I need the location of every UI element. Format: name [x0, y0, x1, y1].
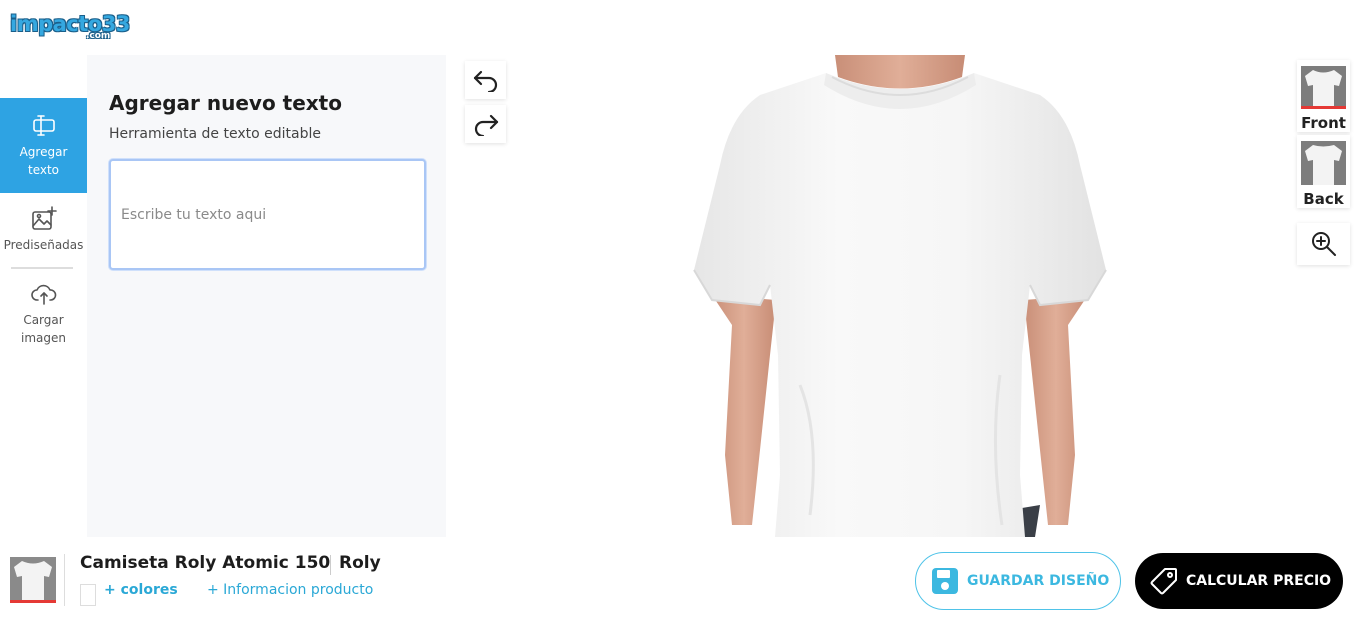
undo-button[interactable]: [465, 61, 506, 99]
nav-label-add-text-1: Agregar: [19, 144, 68, 159]
nav-label-predesigned: Prediseñadas: [3, 238, 84, 252]
view-front[interactable]: Front: [1297, 60, 1350, 132]
product-info-link[interactable]: + Informacion producto: [207, 582, 373, 598]
calculate-price-label: CALCULAR PRECIO: [1186, 573, 1332, 589]
logo-main-text: impacto33: [10, 12, 130, 36]
text-input[interactable]: [109, 159, 426, 270]
nav-item-upload-image[interactable]: Cargar imagen: [0, 269, 87, 359]
panel-title: Agregar nuevo texto: [109, 91, 342, 115]
back-label: Back: [1303, 190, 1344, 208]
view-back[interactable]: Back: [1297, 135, 1350, 208]
name-brand-divider: [330, 555, 331, 575]
front-label: Front: [1301, 114, 1346, 132]
zoom-button[interactable]: [1297, 223, 1350, 265]
nav-item-predesigned[interactable]: Prediseñadas: [0, 193, 87, 267]
color-swatch[interactable]: [80, 584, 96, 606]
redo-button[interactable]: [465, 105, 506, 143]
more-colors-link[interactable]: + colores: [104, 582, 178, 598]
logo-sub-text: .com: [86, 31, 111, 41]
text-tool-panel: Agregar nuevo texto Herramienta de texto…: [87, 55, 446, 537]
nav-item-add-text[interactable]: Agregar texto: [0, 98, 87, 193]
side-nav: Agregar texto Prediseñadas Cargar imagen: [0, 98, 87, 359]
save-design-button[interactable]: GUARDAR DISEÑO: [915, 552, 1121, 610]
front-thumbnail: [1301, 66, 1346, 109]
cloud-upload-icon: [30, 284, 56, 305]
back-thumbnail: [1301, 141, 1346, 185]
nav-label-add-text-2: texto: [27, 162, 60, 177]
design-canvas[interactable]: [600, 55, 1200, 537]
text-tool-icon: [32, 114, 55, 136]
product-brand: Roly: [339, 553, 381, 573]
image-add-icon: [31, 206, 57, 230]
product-thumbnail[interactable]: [10, 557, 56, 603]
undo-icon: [473, 70, 497, 92]
price-tag-icon: [1150, 568, 1177, 595]
product-name: Camiseta Roly Atomic 150: [80, 553, 331, 573]
panel-subtitle: Herramienta de texto editable: [109, 126, 321, 142]
nav-label-upload-2: imagen: [21, 331, 66, 345]
save-design-label: GUARDAR DISEÑO: [967, 573, 1110, 589]
logo[interactable]: impacto33 .com: [10, 12, 130, 44]
floppy-disk-icon: [932, 568, 958, 594]
zoom-in-icon: [1311, 232, 1336, 256]
calculate-price-button[interactable]: CALCULAR PRECIO: [1135, 553, 1343, 609]
redo-icon: [474, 114, 498, 136]
product-divider: [64, 554, 65, 606]
tshirt-model-image: [693, 55, 1107, 537]
nav-label-upload-1: Cargar: [23, 313, 64, 327]
